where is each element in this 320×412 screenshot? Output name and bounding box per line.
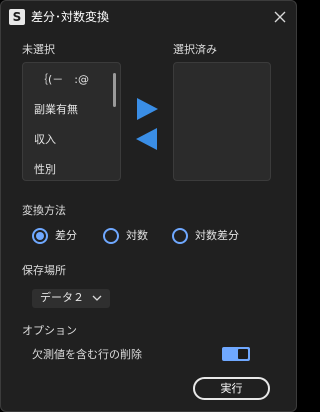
dropdown-value: データ２: [40, 291, 84, 304]
drop-missing-label: 欠測値を含む行の削除: [32, 348, 142, 361]
radio-indicator[interactable]: [103, 228, 119, 244]
radio-label: 差分: [55, 229, 77, 242]
radio-label: 対数差分: [195, 229, 239, 242]
unselected-list[interactable]: ｛(－ :@ 副業有無 収入 性別: [22, 62, 121, 181]
window-title: 差分･対数変換: [31, 10, 110, 24]
list-item[interactable]: 副業有無: [34, 103, 78, 117]
list-item[interactable]: 性別: [34, 163, 56, 177]
selected-label: 選択済み: [173, 43, 217, 56]
app-icon: S: [9, 9, 25, 25]
save-location-label: 保存場所: [22, 264, 66, 277]
list-scrollbar[interactable]: [113, 73, 116, 107]
options-label: オプション: [22, 324, 77, 337]
transform-label: 変換方法: [22, 204, 66, 217]
close-icon[interactable]: [273, 10, 287, 24]
list-item[interactable]: ｛(－ :@: [37, 73, 89, 87]
dialog-window: S 差分･対数変換 未選択 選択済み ｛(－ :@ 副業有無 収入 性別 変換方…: [0, 0, 297, 412]
radio-indicator[interactable]: [32, 228, 48, 244]
arrow-right-icon[interactable]: [135, 97, 159, 121]
list-item[interactable]: 収入: [34, 133, 56, 147]
radio-label: 対数: [126, 229, 148, 242]
drop-missing-toggle[interactable]: [222, 347, 250, 361]
toggle-knob: [238, 349, 248, 359]
title-bar: S 差分･対数変換: [1, 1, 296, 33]
arrow-left-icon[interactable]: [135, 127, 159, 151]
save-location-dropdown[interactable]: データ２: [32, 289, 110, 308]
radio-indicator[interactable]: [172, 228, 188, 244]
selected-list[interactable]: [173, 62, 271, 181]
chevron-down-icon: [92, 295, 102, 301]
unselected-label: 未選択: [22, 43, 55, 56]
run-button[interactable]: 実行: [193, 377, 270, 400]
